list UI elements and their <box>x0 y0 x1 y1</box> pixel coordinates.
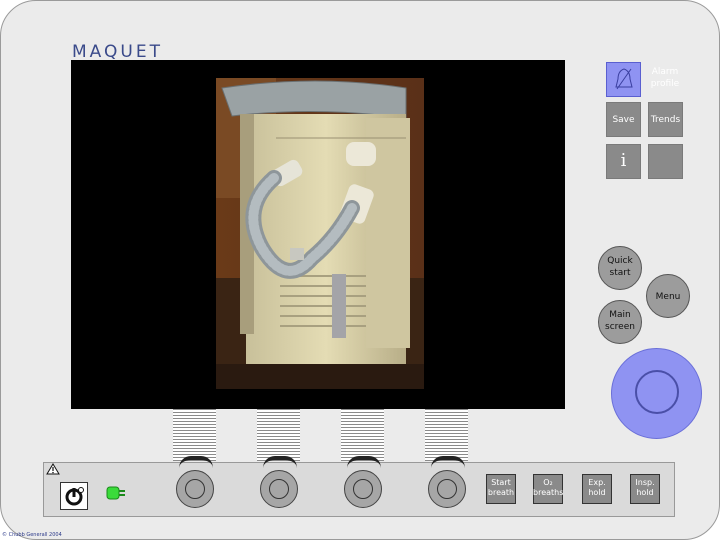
alarm-profile-label: Alarm profile <box>650 67 680 89</box>
power-icon <box>65 487 84 506</box>
dial-indicator-1 <box>179 456 213 468</box>
maquet-logo: MAQUET <box>72 42 163 62</box>
parameter-dial-3[interactable] <box>344 470 382 508</box>
save-label: Save <box>612 115 635 125</box>
menu-label: Menu <box>655 292 681 302</box>
info-button[interactable]: i <box>606 144 641 179</box>
trends-button[interactable]: Trends <box>648 102 683 137</box>
parameter-field-2 <box>257 409 300 461</box>
battery-plug-icon <box>106 486 125 500</box>
dial-indicator-3 <box>347 456 381 468</box>
parameter-dial-4[interactable] <box>428 470 466 508</box>
insp-hold-label: Insp. hold <box>635 478 655 497</box>
copyright-text: © Chubb Generall 2004 <box>2 532 62 538</box>
ventilator-photo <box>216 78 424 389</box>
parameter-dial-1[interactable] <box>176 470 214 508</box>
parameter-field-4 <box>425 409 468 461</box>
bell-icon <box>615 68 633 90</box>
warning-triangle-icon <box>46 463 60 475</box>
exp-hold-label: Exp. hold <box>588 478 606 497</box>
info-icon: i <box>620 150 627 171</box>
main-rotary-knob-center[interactable] <box>635 370 679 414</box>
start-breath-label: Start breath <box>487 478 515 497</box>
alarm-profile-button[interactable] <box>606 62 641 97</box>
dial-indicator-4 <box>431 456 465 468</box>
main-screen-label: Main screen <box>605 310 635 332</box>
quick-start-label: Quick start <box>607 256 633 278</box>
power-button[interactable] <box>60 482 88 510</box>
parameter-field-1 <box>173 409 216 461</box>
o2-breaths-label: O₂ breaths <box>533 478 564 497</box>
trends-label: Trends <box>650 115 681 125</box>
parameter-field-3 <box>341 409 384 461</box>
dial-indicator-2 <box>263 456 297 468</box>
parameter-dial-2[interactable] <box>260 470 298 508</box>
blank-button[interactable] <box>648 144 683 179</box>
save-button[interactable]: Save <box>606 102 641 137</box>
